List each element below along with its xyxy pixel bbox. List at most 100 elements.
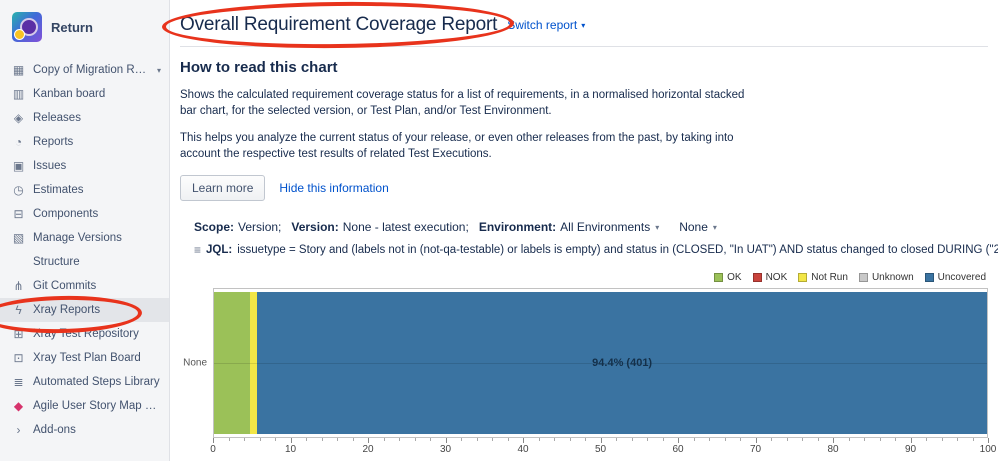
legend-item-ok: OK [714,272,742,284]
x-tick-label: 40 [517,444,529,456]
sidebar-item-label: Releases [33,112,81,124]
sidebar-item-copy-of-migration-release[interactable]: ▦ Copy of Migration Release ... ▾ [0,58,169,82]
x-tick-label: 20 [362,444,374,456]
legend-label: Not Run [811,272,848,284]
x-tick [507,438,509,442]
environment-label: Environment: [478,220,557,235]
info-actions: Learn more Hide this information [180,175,988,202]
legend-swatch [714,273,724,283]
y-axis-category-label: None [183,357,207,369]
components-icon: ⊟ [13,207,24,221]
filter-icon: ≡ [194,243,202,258]
legend-swatch [798,273,808,283]
board-icon: ▦ [12,63,25,77]
x-tick [616,438,617,442]
ship-icon: ◈ [13,111,24,125]
x-tick [647,438,648,442]
bar-value-label: 94.4% (401) [592,357,653,370]
x-tick [275,438,276,442]
legend-label: Uncovered [937,272,986,284]
sidebar-item-structure[interactable]: Structure [0,250,169,274]
sidebar-item-add-ons[interactable]: › Add-ons [0,418,169,442]
info-paragraph-1: Shows the calculated requirement coverag… [180,89,745,117]
map-icon: ◆ [13,399,24,413]
sidebar-item-components[interactable]: ⊟ Components [0,202,169,226]
x-tick [321,438,323,442]
sidebar-item-xray-reports[interactable]: ϟ Xray Reports [0,298,169,322]
jql-query: issuetype = Story and (labels not in (no… [237,244,998,257]
x-tick [383,438,385,442]
sidebar-item-automated-steps-library[interactable]: ≣ Automated Steps Library [0,370,169,394]
x-tick-label: 60 [672,444,684,456]
x-tick-label: 70 [749,444,762,456]
scope-label: Scope: [194,220,235,235]
estimates-icon: ◷ [13,183,24,197]
legend-label: OK [727,272,742,284]
coverage-chart: OK NOK Not Run Unknown Uncovered None 94.4% … [180,272,996,456]
legend-swatch [924,273,934,283]
x-tick-label: 50 [594,444,607,456]
hide-information-link[interactable]: Hide this information [279,181,388,195]
caret-down-icon: ▾ [581,20,586,30]
x-tick [972,438,974,442]
x-tick [709,438,710,442]
sidebar-item-label: Estimates [33,184,84,196]
sidebar-item-reports[interactable]: ◔ Reports [0,130,169,154]
secondary-dropdown-value: None [679,220,708,235]
x-tick-label: 100 [979,444,997,456]
environment-dropdown[interactable]: All Environments ▾ [560,220,659,234]
repo-icon: ⊞ [13,327,24,341]
kanban-icon: ▥ [12,87,25,101]
plot-area: None 94.4% (401) [180,288,988,439]
x-tick [352,438,354,442]
x-tick [290,438,292,444]
report-header: Overall Requirement Coverage Report Swit… [180,12,988,38]
sidebar-item-issues[interactable]: ▣ Issues [0,154,169,178]
x-tick [895,438,896,442]
library-icon: ≣ [13,375,24,389]
sidebar-item-releases[interactable]: ◈ Releases [0,106,169,130]
x-tick [755,438,757,444]
x-tick [864,438,865,442]
x-tick-label: 0 [210,444,216,456]
sidebar-item-estimates[interactable]: ◷ Estimates [0,178,169,202]
x-tick [833,438,834,444]
learn-more-button[interactable]: Learn more [180,175,266,202]
x-tick [988,438,989,444]
sidebar-item-kanban-board[interactable]: ▥ Kanban board [0,82,169,106]
sidebar: Return ▦ Copy of Migration Release ... ▾ ▥ K… [0,0,170,461]
x-tick [538,438,540,442]
legend-item-not-run: Not Run [798,272,848,283]
sidebar-item-label: Add-ons [33,424,76,436]
switch-report-link[interactable]: Switch report ▾ [507,18,585,32]
x-tick-label: 80 [827,444,839,456]
chart-legend: OK NOK Not Run Unknown Uncovered [180,272,988,283]
scope-bar: Scope: Version; Version: None - latest e… [194,220,988,234]
legend-label: Unknown [871,272,914,284]
x-tick [941,438,943,442]
sidebar-item-label: Structure [33,256,80,268]
x-tick [306,438,307,442]
x-tick [554,438,555,442]
x-tick [786,438,788,442]
scope-value: Version; [238,220,282,235]
page-title: Overall Requirement Coverage Report [180,14,498,35]
sidebar-item-xray-test-repository[interactable]: ⊞ Xray Test Repository [0,322,169,346]
sidebar-item-git-commits[interactable]: ⋔ Git Commits [0,274,169,298]
sidebar-item-xray-test-plan-board[interactable]: ⊡ Xray Test Plan Board [0,346,169,370]
secondary-dropdown[interactable]: None ▾ [679,220,717,234]
sidebar-item-manage-versions[interactable]: ▧ Manage Versions [0,226,169,250]
project-avatar [12,12,42,42]
x-tick [662,438,664,442]
x-tick [817,438,819,442]
x-tick [368,438,369,444]
sidebar-item-agile-user-story-map-pro[interactable]: ◆ Agile User Story Map PRO [0,394,169,418]
sidebar-item-label: Git Commits [33,280,97,292]
sidebar-item-label: Issues [33,160,67,172]
x-tick-label: 30 [439,444,452,456]
x-tick-label: 90 [904,444,917,456]
project-header[interactable]: Return [0,0,169,54]
legend-item-unknown: Unknown [858,272,914,284]
x-tick [244,438,245,442]
x-tick [259,438,261,442]
